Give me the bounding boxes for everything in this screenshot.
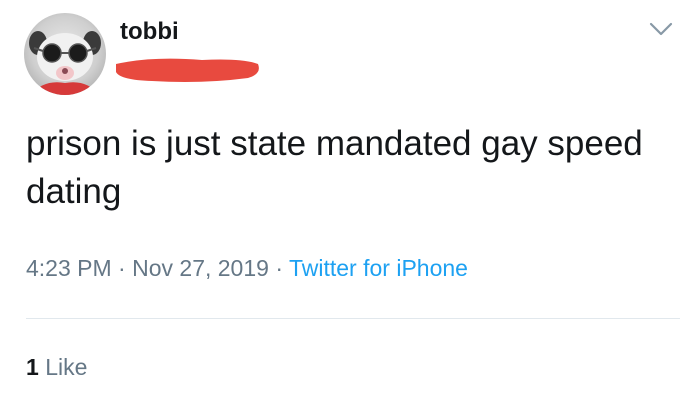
tweet-date[interactable]: Nov 27, 2019 xyxy=(132,255,269,281)
redacted-handle-mark xyxy=(116,58,259,82)
tweet-metadata: 4:23 PM · Nov 27, 2019 · Twitter for iPh… xyxy=(26,255,468,282)
like-label: Like xyxy=(45,354,88,380)
like-count: 1 xyxy=(26,354,39,380)
user-avatar[interactable] xyxy=(24,13,106,95)
chevron-down-icon[interactable] xyxy=(648,20,674,38)
meta-separator: · xyxy=(118,255,126,281)
divider xyxy=(26,318,680,319)
opossum-avatar-icon xyxy=(29,31,101,95)
tweet-source-link[interactable]: Twitter for iPhone xyxy=(289,255,468,281)
likes-stat[interactable]: 1 Like xyxy=(26,354,87,381)
tweet-card: tobbi prison is just state mandated gay … xyxy=(0,0,700,406)
display-name[interactable]: tobbi xyxy=(120,18,179,46)
tweet-text: prison is just state mandated gay speed … xyxy=(26,124,643,211)
meta-separator: · xyxy=(275,255,283,281)
tweet-time[interactable]: 4:23 PM xyxy=(26,255,112,281)
